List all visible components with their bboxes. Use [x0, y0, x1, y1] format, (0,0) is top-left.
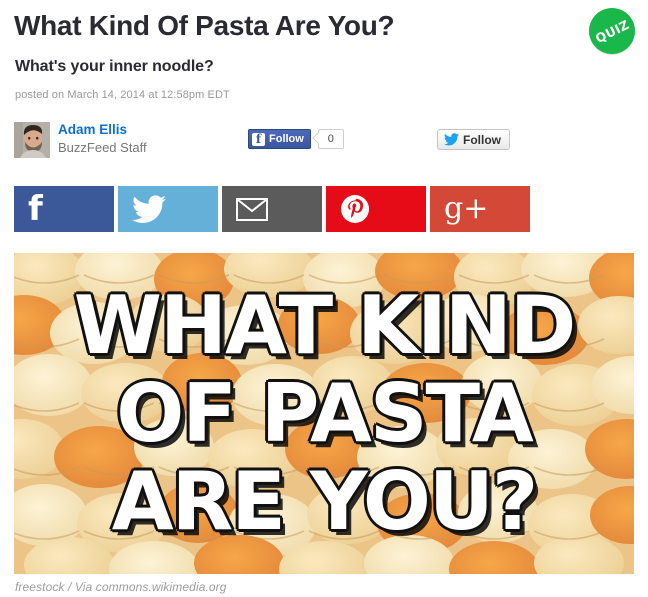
- publish-timestamp: posted on March 14, 2014 at 12:58pm EDT: [15, 89, 230, 101]
- twitter-follow-label: Follow: [463, 132, 501, 147]
- share-facebook-button[interactable]: f: [14, 186, 114, 232]
- twitter-icon: [132, 194, 166, 224]
- author-role: BuzzFeed Staff: [58, 140, 147, 155]
- pinterest-icon: [340, 194, 370, 224]
- quiz-badge-label: QUIZ: [592, 16, 632, 46]
- image-caption[interactable]: freestock / Via commons.wikimedia.org: [15, 580, 227, 594]
- hero-image: WHAT KIND OF PASTA ARE YOU?: [14, 253, 634, 574]
- article-page: What Kind Of Pasta Are You? What's your …: [0, 0, 648, 597]
- facebook-follow-label: Follow: [269, 133, 304, 145]
- twitter-follow-button[interactable]: Follow: [437, 129, 510, 150]
- quiz-badge: QUIZ: [589, 8, 635, 54]
- facebook-icon: f: [28, 189, 43, 229]
- envelope-icon: [236, 197, 268, 221]
- page-title: What Kind Of Pasta Are You?: [14, 10, 395, 41]
- share-bar: f g+: [14, 186, 530, 232]
- share-email-button[interactable]: [222, 186, 322, 232]
- google-plus-icon: g+: [444, 191, 489, 226]
- facebook-icon: f: [252, 132, 265, 146]
- author-name-link[interactable]: Adam Ellis: [58, 122, 127, 137]
- pasta-photo: [14, 253, 634, 574]
- share-googleplus-button[interactable]: g+: [430, 186, 530, 232]
- share-twitter-button[interactable]: [118, 186, 218, 232]
- avatar: [14, 122, 50, 158]
- facebook-follow-widget: f Follow 0: [248, 129, 344, 149]
- page-subtitle: What's your inner noodle?: [15, 58, 214, 75]
- facebook-follow-count-wrap: 0: [312, 129, 344, 149]
- twitter-icon: [444, 133, 459, 146]
- share-pinterest-button[interactable]: [326, 186, 426, 232]
- facebook-follow-button[interactable]: f Follow: [248, 129, 311, 149]
